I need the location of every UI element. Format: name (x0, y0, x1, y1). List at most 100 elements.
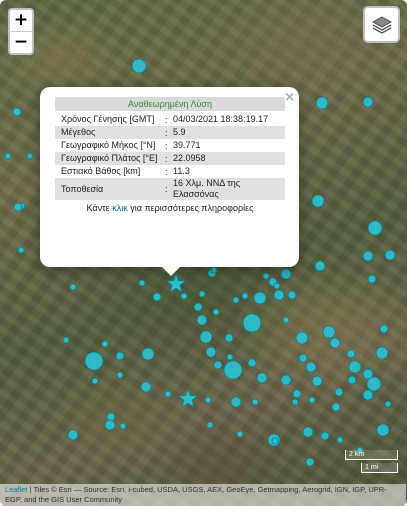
earthquake-marker[interactable] (287, 290, 297, 300)
earthquake-marker[interactable] (230, 396, 242, 408)
earthquake-marker[interactable] (346, 349, 356, 359)
earthquake-marker[interactable] (62, 336, 70, 344)
popup-row: Εστιακό Βάθος [km]:11.3 (55, 165, 285, 178)
earthquake-marker[interactable] (280, 374, 292, 386)
earthquake-marker[interactable] (262, 272, 270, 280)
earthquake-marker[interactable] (91, 377, 99, 385)
earthquake-marker[interactable] (67, 429, 79, 441)
earthquake-marker[interactable] (4, 152, 12, 160)
zoom-in-button[interactable]: + (10, 10, 32, 31)
earthquake-marker[interactable] (331, 402, 341, 412)
earthquake-marker[interactable] (104, 419, 116, 431)
mainshock-star-marker[interactable] (177, 387, 199, 409)
earthquake-marker[interactable] (84, 351, 104, 371)
earthquake-marker[interactable] (273, 289, 285, 301)
earthquake-marker[interactable] (291, 398, 299, 406)
earthquake-marker[interactable] (12, 107, 22, 117)
earthquake-marker[interactable] (367, 220, 383, 236)
earthquake-marker[interactable] (101, 340, 109, 348)
earthquake-marker[interactable] (212, 308, 220, 316)
earthquake-marker[interactable] (180, 292, 188, 300)
earthquake-marker[interactable] (140, 381, 152, 393)
earthquake-marker[interactable] (164, 390, 172, 398)
earthquake-marker[interactable] (315, 96, 329, 110)
earthquake-marker[interactable] (119, 422, 127, 430)
earthquake-marker[interactable] (348, 360, 362, 374)
earthquake-marker[interactable] (329, 337, 341, 349)
earthquake-marker[interactable] (242, 313, 262, 333)
earthquake-marker[interactable] (302, 426, 314, 438)
earthquake-marker[interactable] (138, 279, 146, 287)
earthquake-marker[interactable] (131, 58, 147, 74)
earthquake-marker[interactable] (311, 194, 325, 208)
earthquake-marker[interactable] (115, 351, 125, 361)
earthquake-marker[interactable] (17, 246, 25, 254)
leaflet-link[interactable]: Leaflet (5, 485, 28, 494)
earthquake-marker[interactable] (205, 346, 217, 358)
earthquake-marker[interactable] (376, 423, 390, 437)
earthquake-marker[interactable] (384, 249, 396, 261)
earthquake-marker[interactable] (295, 331, 309, 345)
earthquake-marker[interactable] (141, 347, 155, 361)
earthquake-marker[interactable] (196, 314, 208, 326)
popup-close-button[interactable]: × (284, 90, 295, 105)
earthquake-marker[interactable] (366, 376, 382, 392)
earthquake-marker[interactable] (367, 274, 377, 284)
earthquake-marker[interactable] (199, 330, 213, 344)
earthquake-marker[interactable] (193, 302, 203, 312)
earthquake-marker[interactable] (241, 292, 249, 300)
earthquake-marker[interactable] (226, 353, 234, 361)
earthquake-marker[interactable] (232, 296, 240, 304)
popup-row-label: Μέγεθος (61, 127, 96, 137)
earthquake-marker[interactable] (280, 268, 292, 280)
earthquake-marker[interactable] (69, 283, 77, 291)
more-info-link[interactable]: κλικ (112, 203, 128, 213)
earthquake-marker[interactable] (320, 431, 330, 441)
earthquake-marker[interactable] (213, 360, 223, 370)
earthquake-marker[interactable] (362, 96, 374, 108)
earthquake-marker[interactable] (384, 400, 392, 408)
earthquake-marker[interactable] (256, 372, 268, 384)
earthquake-marker[interactable] (311, 375, 323, 387)
earthquake-marker[interactable] (273, 282, 281, 290)
popup-row: Χρόνος Γένησης [GMT]:04/03/2021 18:38:19… (55, 113, 285, 126)
popup-footer: Κάντε κλικ για περισσότερες πληροφορίες (55, 203, 285, 213)
earthquake-marker[interactable] (362, 389, 374, 401)
earthquake-marker[interactable] (347, 375, 357, 385)
layers-button[interactable] (363, 6, 400, 43)
earthquake-marker[interactable] (251, 398, 259, 406)
earthquake-marker[interactable] (116, 371, 124, 379)
earthquake-marker[interactable] (334, 387, 344, 397)
earthquake-marker[interactable] (224, 333, 234, 343)
earthquake-marker[interactable] (305, 457, 315, 467)
earthquake-marker[interactable] (292, 389, 302, 399)
earthquake-marker[interactable] (198, 290, 206, 298)
earthquake-marker[interactable] (375, 346, 389, 360)
attribution: Leaflet | Tiles © Esri — Source: Esri, i… (0, 484, 406, 506)
earthquake-marker[interactable] (322, 325, 336, 339)
earthquake-marker[interactable] (271, 437, 279, 445)
scale-km: 2 km (345, 450, 398, 460)
earthquake-marker[interactable] (308, 396, 316, 404)
earthquake-marker[interactable] (152, 292, 162, 302)
earthquake-marker[interactable] (210, 266, 218, 274)
map-view[interactable]: + − × Αναθεωρημένη Λύση Χρόνος Γένησης [… (0, 0, 407, 506)
earthquake-marker[interactable] (247, 358, 257, 368)
earthquake-marker[interactable] (236, 430, 244, 438)
earthquake-marker[interactable] (305, 361, 317, 373)
mainshock-star-marker[interactable] (165, 272, 187, 294)
earthquake-marker[interactable] (336, 436, 344, 444)
earthquake-marker[interactable] (204, 396, 212, 404)
earthquake-marker[interactable] (26, 152, 34, 160)
earthquake-marker[interactable] (253, 291, 267, 305)
zoom-out-button[interactable]: − (10, 31, 32, 53)
earthquake-marker[interactable] (362, 250, 374, 262)
earthquake-marker[interactable] (282, 316, 290, 324)
earthquake-marker[interactable] (13, 202, 23, 212)
popup-row-sep: : (165, 114, 168, 125)
earthquake-marker[interactable] (223, 360, 243, 380)
earthquake-marker[interactable] (314, 260, 326, 272)
earthquake-marker[interactable] (379, 324, 389, 334)
earthquake-marker[interactable] (298, 353, 308, 363)
earthquake-marker[interactable] (206, 421, 214, 429)
